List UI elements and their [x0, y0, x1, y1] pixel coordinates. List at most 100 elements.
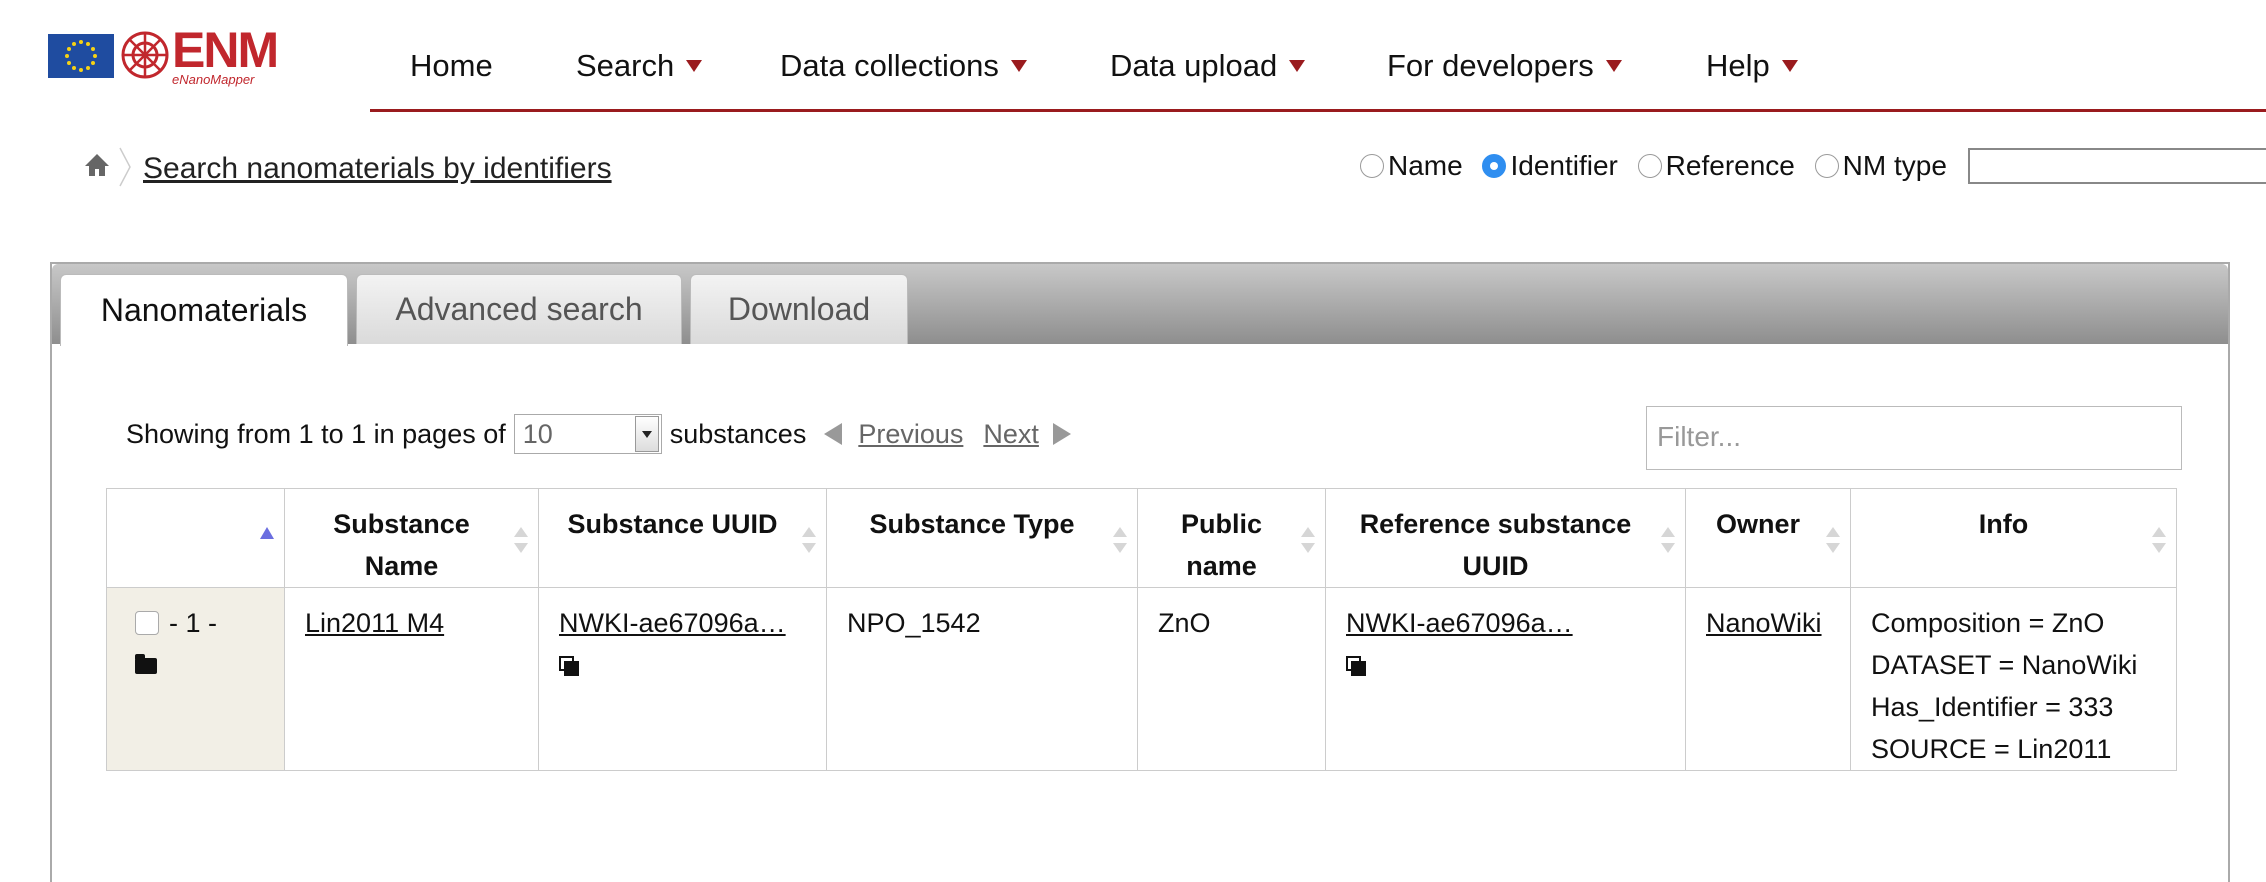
table-header-row: Substance Name Substance UUID Substance …	[106, 488, 2177, 588]
reference-uuid-link[interactable]: NWKI-ae67096a…	[1346, 608, 1573, 638]
info-line: Composition = ZnO	[1871, 608, 2105, 638]
search-mode-nm-type-label: NM type	[1842, 150, 1947, 181]
nav-home[interactable]: Home	[410, 48, 493, 84]
header-info[interactable]: Info	[1850, 488, 2177, 588]
cell-substance-uuid: NWKI-ae67096a…	[538, 587, 827, 771]
folder-icon[interactable]	[135, 654, 157, 674]
logo-subtitle: eNanoMapper	[172, 72, 255, 87]
row-checkbox[interactable]	[135, 611, 159, 635]
eu-star-icon	[72, 66, 76, 71]
paging-controls: Showing from 1 to 1 in pages of 10 subst…	[126, 414, 1071, 454]
home-icon[interactable]	[84, 153, 110, 177]
eu-star-icon	[66, 47, 71, 51]
sort-icon	[802, 527, 816, 557]
select-arrow-icon[interactable]	[634, 416, 659, 452]
header-reference-uuid[interactable]: Reference substance UUID	[1325, 488, 1686, 588]
radio-reference[interactable]	[1637, 154, 1662, 178]
header-substance-name-label: Substance Name	[333, 509, 470, 581]
cell-substance-name: Lin2011 M4	[284, 587, 539, 771]
paging-suffix: substances	[669, 418, 807, 449]
sort-ascending-icon	[260, 527, 274, 539]
tab-download-label: Download	[727, 291, 871, 327]
info-line: DATASET = NanoWiki	[1871, 650, 2138, 680]
page-size-select[interactable]: 10	[513, 414, 662, 454]
row-select-cell: - 1 -	[106, 587, 285, 771]
cell-reference-uuid: NWKI-ae67096a…	[1325, 587, 1686, 771]
breadcrumb-link[interactable]: Search nanomaterials by identifiers	[143, 152, 612, 186]
sort-icon	[2152, 527, 2166, 557]
results-panel: Nanomaterials Advanced search Download S…	[50, 262, 2230, 882]
substance-uuid-link[interactable]: NWKI-ae67096a…	[559, 608, 786, 638]
tab-advanced-search[interactable]: Advanced search	[356, 274, 682, 344]
header-substance-uuid-label: Substance UUID	[567, 509, 778, 539]
search-mode-identifier[interactable]: Identifier	[1482, 150, 1618, 182]
nav-data-collections[interactable]: Data collections	[780, 48, 1027, 84]
search-mode-identifier-label: Identifier	[1510, 150, 1618, 181]
search-mode-reference-label: Reference	[1665, 150, 1795, 181]
eu-star-icon	[65, 54, 69, 58]
nav-data-upload[interactable]: Data upload	[1110, 48, 1306, 84]
nav-for-developers[interactable]: For developers	[1387, 48, 1622, 84]
tab-nanomaterials-label: Nanomaterials	[100, 292, 308, 328]
header-substance-type[interactable]: Substance Type	[826, 488, 1138, 588]
nav-data-collections-label: Data collections	[780, 48, 999, 83]
eu-star-icon	[79, 68, 83, 72]
previous-link[interactable]: Previous	[858, 419, 963, 450]
header-owner[interactable]: Owner	[1685, 488, 1851, 588]
header-info-label: Info	[1978, 509, 2029, 539]
eu-star-icon	[72, 41, 76, 46]
tab-advanced-search-label: Advanced search	[395, 291, 643, 327]
radio-identifier[interactable]	[1482, 154, 1507, 178]
nanomaterial-sphere-icon	[121, 31, 169, 79]
cell-substance-type: NPO_1542	[826, 587, 1138, 771]
dropdown-caret-icon	[686, 60, 703, 72]
page-size-value: 10	[522, 418, 553, 449]
copy-icon[interactable]	[559, 656, 579, 676]
eu-star-icon	[66, 61, 71, 65]
search-mode-selector: Name Identifier Reference NM type	[1360, 150, 1959, 185]
header-public-name[interactable]: Public name	[1137, 488, 1326, 588]
search-mode-name[interactable]: Name	[1360, 150, 1463, 182]
eu-star-icon	[91, 61, 96, 65]
header-substance-name[interactable]: Substance Name	[284, 488, 539, 588]
next-arrow-icon[interactable]	[1052, 423, 1071, 445]
tab-bar: Nanomaterials Advanced search Download	[52, 264, 2228, 346]
owner-link[interactable]: NanoWiki	[1706, 608, 1822, 638]
dropdown-caret-icon	[1010, 60, 1027, 72]
eu-flag-icon	[48, 34, 114, 78]
search-mode-nm-type[interactable]: NM type	[1814, 150, 1947, 182]
search-mode-name-label: Name	[1388, 150, 1463, 181]
search-input[interactable]	[1968, 148, 2266, 184]
header-select[interactable]	[106, 488, 285, 588]
breadcrumb-separator-icon	[119, 147, 131, 187]
info-line: SOURCE = Lin2011	[1871, 734, 2112, 764]
enm-logo[interactable]: ENM eNanoMapper	[48, 22, 306, 87]
filter-input[interactable]: Filter...	[1646, 406, 2182, 470]
logo-wordmark: ENM	[172, 22, 279, 78]
search-mode-reference[interactable]: Reference	[1637, 150, 1795, 182]
next-link[interactable]: Next	[983, 419, 1039, 450]
nav-help[interactable]: Help	[1706, 48, 1798, 84]
nav-for-developers-label: For developers	[1387, 48, 1594, 83]
header-substance-uuid[interactable]: Substance UUID	[538, 488, 827, 588]
sort-icon	[1826, 527, 1840, 557]
eu-star-icon	[86, 66, 90, 71]
dropdown-caret-icon	[1289, 60, 1306, 72]
substance-name-link[interactable]: Lin2011 M4	[305, 608, 444, 638]
sort-icon	[1661, 527, 1675, 557]
radio-name[interactable]	[1360, 154, 1384, 178]
radio-nm-type[interactable]	[1814, 154, 1839, 178]
header-reference-uuid-label: Reference substance UUID	[1359, 509, 1632, 581]
tab-nanomaterials[interactable]: Nanomaterials	[60, 274, 348, 346]
copy-icon[interactable]	[1346, 656, 1366, 676]
tab-download[interactable]: Download	[690, 274, 908, 344]
paging-prefix: Showing from 1 to 1 in pages of	[126, 418, 506, 449]
previous-arrow-icon[interactable]	[824, 423, 843, 445]
eu-star-icon	[86, 41, 90, 46]
nav-search[interactable]: Search	[576, 48, 703, 84]
dropdown-caret-icon	[1781, 60, 1798, 72]
eu-star-icon	[93, 54, 97, 58]
sort-icon	[1113, 527, 1127, 557]
info-line: Has_Identifier = 333	[1871, 692, 2114, 722]
row-index: - 1 -	[169, 608, 218, 638]
